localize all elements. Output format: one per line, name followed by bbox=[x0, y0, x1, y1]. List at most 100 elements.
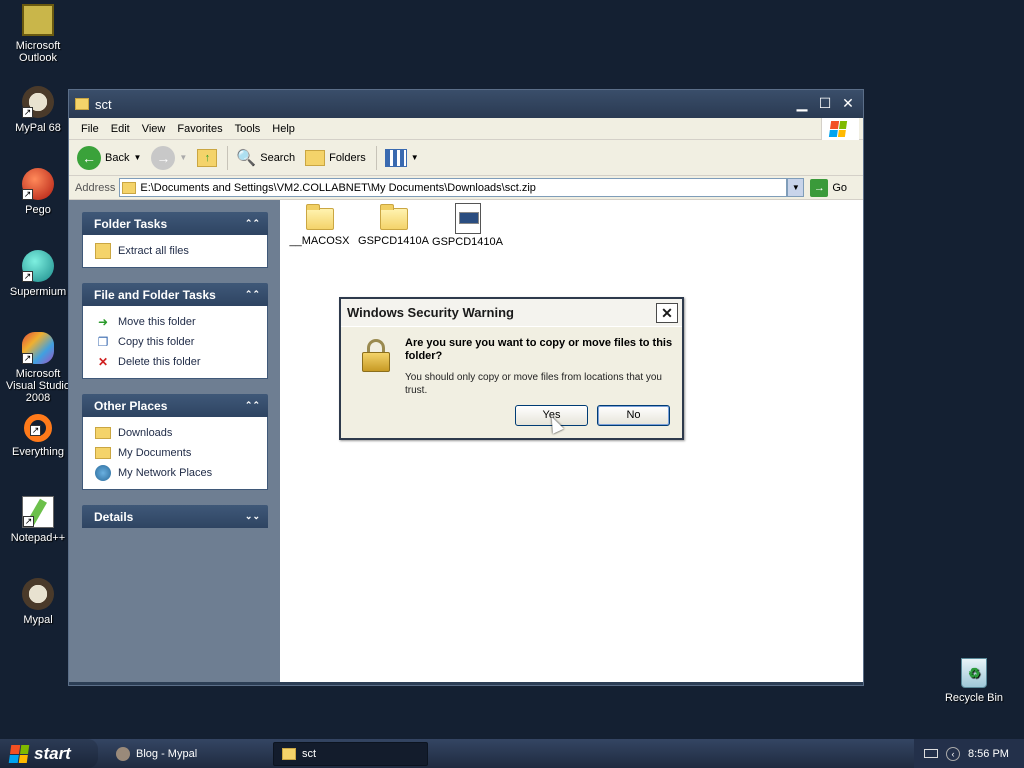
other-places-header[interactable]: Other Places ⌃⌃ bbox=[82, 394, 268, 417]
desktop-icon-pego[interactable]: ↗ Pego bbox=[0, 168, 76, 216]
zip-folder-icon bbox=[122, 181, 137, 194]
expand-icon[interactable]: ⌄⌄ bbox=[245, 511, 260, 522]
dialog-title-bar[interactable]: Windows Security Warning ✕ bbox=[341, 299, 682, 327]
start-button[interactable]: start bbox=[0, 739, 98, 768]
taskbar-item-label: Blog - Mypal bbox=[136, 747, 198, 760]
file-item-gspcd-file[interactable]: GSPCD1410A bbox=[430, 203, 505, 248]
collapse-icon[interactable]: ⌃⌃ bbox=[245, 289, 260, 300]
search-button[interactable]: 🔍 Search bbox=[236, 148, 295, 168]
taskbar-item-sct[interactable]: sct bbox=[273, 741, 428, 766]
desktop-icon-everything[interactable]: ↗ Everything bbox=[0, 414, 76, 458]
place-my-network-places[interactable]: My Network Places bbox=[95, 463, 267, 483]
desktop-icon-mypal[interactable]: Mypal bbox=[0, 578, 76, 626]
place-label: Downloads bbox=[118, 427, 173, 439]
panel-title: Other Places bbox=[94, 398, 168, 413]
search-icon: 🔍 bbox=[236, 149, 257, 167]
task-label: Copy this folder bbox=[118, 336, 195, 348]
show-hidden-icons-button[interactable]: ‹ bbox=[946, 746, 960, 761]
menu-help[interactable]: Help bbox=[266, 123, 301, 135]
file-list: __MACOSX GSPCD1410A GSPCD1410A bbox=[280, 200, 863, 682]
desktop-icon-label: Everything bbox=[12, 446, 64, 458]
task-delete-folder[interactable]: ✕ Delete this folder bbox=[95, 352, 267, 372]
folder-icon bbox=[95, 427, 111, 439]
menu-file[interactable]: File bbox=[75, 123, 105, 135]
dialog-close-button[interactable]: ✕ bbox=[656, 302, 678, 323]
folder-tasks-panel: Folder Tasks ⌃⌃ Extract all files bbox=[82, 212, 268, 268]
mypal-icon bbox=[22, 578, 54, 610]
folder-tasks-header[interactable]: Folder Tasks ⌃⌃ bbox=[82, 212, 268, 235]
file-item-gspcd-folder[interactable]: GSPCD1410A bbox=[356, 204, 431, 247]
task-move-folder[interactable]: ➜ Move this folder bbox=[95, 312, 267, 332]
back-button[interactable]: ← Back ▼ bbox=[77, 145, 141, 170]
place-label: My Documents bbox=[118, 447, 192, 459]
collapse-icon[interactable]: ⌃⌃ bbox=[245, 400, 260, 411]
visual-studio-icon: ↗ bbox=[22, 332, 54, 364]
menu-edit[interactable]: Edit bbox=[105, 123, 136, 135]
folder-icon bbox=[75, 98, 89, 110]
maximize-button[interactable]: ☐ bbox=[815, 94, 835, 114]
minimize-button[interactable]: ▁ bbox=[792, 94, 812, 114]
chevron-down-icon[interactable]: ▼ bbox=[133, 153, 141, 162]
task-copy-folder[interactable]: ❐ Copy this folder bbox=[95, 332, 267, 352]
desktop-icon-recycle-bin[interactable]: ♻ Recycle Bin bbox=[936, 658, 1012, 704]
close-button[interactable]: ✕ bbox=[838, 94, 858, 114]
taskbar-item-label: sct bbox=[302, 747, 317, 760]
desktop-icon-label: Mypal bbox=[23, 614, 53, 626]
folder-icon bbox=[379, 204, 408, 230]
address-input[interactable]: E:\Documents and Settings\VM2.COLLABNET\… bbox=[119, 178, 788, 197]
file-folder-tasks-header[interactable]: File and Folder Tasks ⌃⌃ bbox=[82, 283, 268, 306]
menu-tools[interactable]: Tools bbox=[229, 123, 267, 135]
chevron-down-icon: ▼ bbox=[410, 153, 419, 162]
folders-button[interactable]: Folders bbox=[305, 149, 366, 166]
taskbar-item-blog-mypal[interactable]: Blog - Mypal bbox=[108, 742, 263, 766]
file-name: __MACOSX bbox=[289, 235, 350, 247]
dialog-title: Windows Security Warning bbox=[347, 305, 514, 320]
place-my-documents[interactable]: My Documents bbox=[95, 443, 267, 463]
file-item-macosx[interactable]: __MACOSX bbox=[282, 204, 357, 247]
forward-button[interactable]: → ▼ bbox=[151, 145, 187, 170]
views-button[interactable]: ▼ bbox=[384, 148, 419, 167]
task-label: Delete this folder bbox=[118, 356, 201, 368]
system-tray: ‹ 8:56 PM bbox=[914, 739, 1024, 768]
up-folder-button[interactable]: ↑ bbox=[197, 148, 218, 167]
desktop-icon-label: MyPal 68 bbox=[15, 122, 61, 134]
desktop-icon-supermium[interactable]: ↗ Supermium bbox=[0, 250, 76, 298]
go-button[interactable]: → Go bbox=[810, 178, 847, 197]
desktop-icon-mypal68[interactable]: ↗ MyPal 68 bbox=[0, 86, 76, 134]
address-value: E:\Documents and Settings\VM2.COLLABNET\… bbox=[140, 181, 536, 194]
task-label: Move this folder bbox=[118, 316, 196, 328]
desktop-icon-outlook[interactable]: Microsoft Outlook bbox=[0, 4, 76, 64]
windows-logo-icon bbox=[821, 118, 859, 140]
toolbar-separator bbox=[227, 145, 229, 170]
network-icon bbox=[95, 465, 111, 481]
start-label: start bbox=[34, 743, 71, 763]
notepadpp-icon: ↗ bbox=[22, 496, 54, 528]
file-name: GSPCD1410A bbox=[432, 236, 503, 248]
keyboard-icon[interactable] bbox=[924, 749, 938, 758]
file-name: GSPCD1410A bbox=[358, 235, 429, 247]
clock[interactable]: 8:56 PM bbox=[968, 748, 1009, 760]
task-pane: Folder Tasks ⌃⌃ Extract all files File a… bbox=[69, 200, 280, 682]
window-title: sct bbox=[95, 96, 112, 112]
desktop-icon-notepadpp[interactable]: ↗ Notepad++ bbox=[0, 496, 76, 544]
supermium-icon: ↗ bbox=[22, 250, 54, 282]
file-folder-tasks-panel: File and Folder Tasks ⌃⌃ ➜ Move this fol… bbox=[82, 283, 268, 379]
pego-icon: ↗ bbox=[22, 168, 54, 200]
desktop-icon-visual-studio[interactable]: ↗ Microsoft Visual Studio 2008 bbox=[0, 332, 76, 404]
menu-view[interactable]: View bbox=[136, 123, 172, 135]
details-header[interactable]: Details ⌄⌄ bbox=[82, 505, 268, 528]
mypal-icon: ↗ bbox=[22, 86, 54, 118]
title-bar[interactable]: sct ▁ ☐ ✕ bbox=[69, 90, 863, 118]
place-downloads[interactable]: Downloads bbox=[95, 423, 267, 443]
up-folder-icon: ↑ bbox=[197, 148, 218, 167]
desktop-icon-label: Supermium bbox=[9, 286, 67, 298]
collapse-icon[interactable]: ⌃⌃ bbox=[245, 218, 260, 229]
views-icon bbox=[384, 148, 407, 167]
copy-icon: ❐ bbox=[97, 335, 109, 349]
menu-favorites[interactable]: Favorites bbox=[171, 123, 228, 135]
address-dropdown-button[interactable]: ▼ bbox=[787, 178, 805, 197]
chevron-down-icon[interactable]: ▼ bbox=[179, 153, 187, 162]
no-button[interactable]: No bbox=[597, 405, 670, 426]
task-extract-all[interactable]: Extract all files bbox=[95, 241, 267, 261]
desktop-icon-label: Microsoft Outlook bbox=[15, 40, 61, 64]
